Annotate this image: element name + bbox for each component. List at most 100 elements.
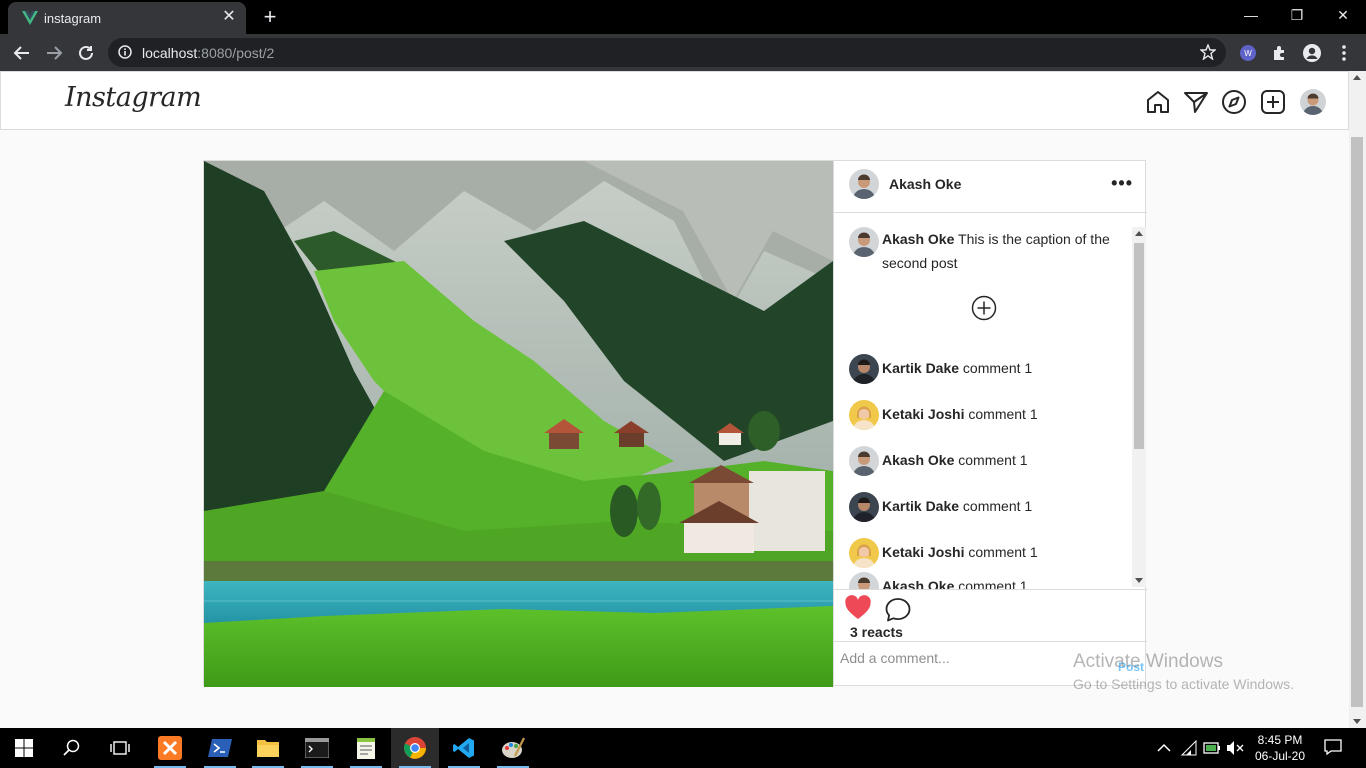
profile-avatar[interactable] bbox=[1300, 89, 1326, 115]
comment-text: comment 1 bbox=[964, 406, 1038, 422]
back-icon[interactable] bbox=[9, 40, 35, 66]
comment-item: Kartik Dake comment 1 bbox=[849, 354, 1119, 384]
windows-taskbar: 8:45 PM 06-Jul-20 bbox=[0, 728, 1366, 768]
more-options-icon[interactable]: ••• bbox=[1111, 173, 1133, 194]
page-scroll-up-icon[interactable] bbox=[1353, 75, 1361, 80]
commenter-avatar[interactable] bbox=[849, 354, 879, 384]
comment-item: Akash Oke comment 1 bbox=[849, 446, 1119, 476]
comment-username[interactable]: Kartik Dake bbox=[882, 498, 959, 514]
commenter-avatar[interactable] bbox=[849, 492, 879, 522]
volume-muted-icon[interactable] bbox=[1226, 740, 1244, 756]
info-icon[interactable] bbox=[118, 45, 132, 59]
vue-favicon-icon bbox=[22, 11, 38, 25]
caption-username[interactable]: Akash Oke bbox=[882, 231, 954, 247]
close-icon[interactable]: ✕ bbox=[1320, 0, 1366, 30]
task-view-icon[interactable] bbox=[96, 728, 144, 768]
comment-item: Kartik Dake comment 1 bbox=[849, 492, 1119, 522]
vscode-app-icon[interactable] bbox=[440, 728, 488, 768]
post-card: Akash Oke ••• Akash Oke This is the capt… bbox=[203, 160, 1147, 687]
svg-text:W: W bbox=[1244, 49, 1252, 58]
windows-start-icon[interactable] bbox=[0, 728, 48, 768]
extensions-puzzle-icon[interactable] bbox=[1270, 43, 1290, 63]
reload-icon[interactable] bbox=[73, 40, 99, 66]
page-scroll-down-icon[interactable] bbox=[1353, 719, 1361, 724]
comment-username[interactable]: Akash Oke bbox=[882, 578, 954, 589]
clock-date: 06-Jul-20 bbox=[1254, 749, 1306, 763]
scrollbar-thumb[interactable] bbox=[1134, 243, 1144, 449]
forward-icon[interactable] bbox=[41, 40, 67, 66]
post-sidebar: Akash Oke ••• Akash Oke This is the capt… bbox=[833, 161, 1147, 687]
commenter-avatar[interactable] bbox=[849, 538, 879, 568]
address-bar[interactable]: localhost:8080/post/2 bbox=[108, 38, 1226, 67]
profile-icon[interactable] bbox=[1302, 43, 1322, 63]
commenter-avatar[interactable] bbox=[849, 572, 879, 589]
comment-username[interactable]: Ketaki Joshi bbox=[882, 544, 964, 560]
reacts-count: 3 reacts bbox=[850, 624, 903, 640]
minimize-icon[interactable]: ― bbox=[1228, 0, 1274, 30]
scroll-up-arrow-icon[interactable] bbox=[1135, 231, 1143, 236]
top-navbar: Instagram bbox=[0, 71, 1349, 130]
comment-bubble-icon[interactable] bbox=[884, 597, 912, 623]
browser-tab[interactable]: instagram ✕ bbox=[8, 2, 246, 34]
instagram-logo[interactable]: Instagram bbox=[65, 82, 202, 113]
commenter-avatar[interactable] bbox=[849, 446, 879, 476]
page-scrollbar-thumb[interactable] bbox=[1351, 137, 1363, 707]
comment-text: comment 1 bbox=[954, 578, 1028, 589]
powershell-app-icon[interactable] bbox=[196, 728, 244, 768]
bookmark-star-icon[interactable] bbox=[1200, 44, 1216, 60]
show-hidden-icons-icon[interactable] bbox=[1155, 740, 1173, 756]
tab-title: instagram bbox=[44, 11, 102, 26]
comments-list: Akash Oke This is the caption of the sec… bbox=[834, 213, 1147, 589]
browser-toolbar: localhost:8080/post/2 W bbox=[0, 34, 1366, 71]
comment-item: Akash Oke comment 1 bbox=[849, 572, 1119, 589]
commenter-avatar[interactable] bbox=[849, 400, 879, 430]
direct-icon[interactable] bbox=[1183, 89, 1209, 115]
comment-item: Ketaki Joshi comment 1 bbox=[849, 538, 1119, 568]
system-clock[interactable]: 8:45 PM 06-Jul-20 bbox=[1250, 732, 1310, 764]
file-explorer-icon[interactable] bbox=[244, 728, 292, 768]
new-post-icon[interactable] bbox=[1260, 89, 1286, 115]
new-tab-icon[interactable]: + bbox=[258, 6, 282, 30]
restore-icon[interactable]: ❐ bbox=[1274, 0, 1320, 30]
comment-username[interactable]: Kartik Dake bbox=[882, 360, 959, 376]
page-scrollbar[interactable] bbox=[1349, 71, 1366, 728]
post-header: Akash Oke ••• bbox=[834, 161, 1147, 213]
xampp-app-icon[interactable] bbox=[146, 728, 194, 768]
terminal-app-icon[interactable] bbox=[293, 728, 341, 768]
author-avatar[interactable] bbox=[849, 169, 879, 199]
caption-avatar[interactable] bbox=[849, 227, 879, 257]
tab-close-icon[interactable]: ✕ bbox=[220, 8, 238, 26]
scroll-down-arrow-icon[interactable] bbox=[1135, 578, 1143, 583]
notification-center-icon[interactable] bbox=[1324, 739, 1342, 755]
comments-scrollbar[interactable] bbox=[1132, 227, 1146, 587]
tab-strip: instagram ✕ + ― ❐ ✕ bbox=[0, 0, 1366, 34]
caption-text: Akash Oke This is the caption of the sec… bbox=[882, 231, 1110, 271]
wifi-icon[interactable] bbox=[1180, 740, 1198, 756]
search-icon[interactable] bbox=[48, 728, 96, 768]
comment-text: comment 1 bbox=[959, 360, 1033, 376]
author-name[interactable]: Akash Oke bbox=[889, 176, 961, 192]
comment-text: comment 1 bbox=[964, 544, 1038, 560]
post-actions: 3 reacts bbox=[834, 589, 1147, 641]
menu-kebab-icon[interactable] bbox=[1334, 43, 1354, 63]
battery-icon[interactable] bbox=[1203, 740, 1221, 756]
extension-icon[interactable]: W bbox=[1238, 43, 1258, 63]
activate-windows-watermark: Activate Windows Go to Settings to activ… bbox=[1073, 651, 1294, 692]
clock-time: 8:45 PM bbox=[1257, 733, 1303, 747]
comment-text: comment 1 bbox=[954, 452, 1028, 468]
comment-input[interactable] bbox=[840, 648, 1100, 668]
comment-text: comment 1 bbox=[959, 498, 1033, 514]
explore-icon[interactable] bbox=[1221, 89, 1247, 115]
comment-username[interactable]: Akash Oke bbox=[882, 452, 954, 468]
comment-username[interactable]: Ketaki Joshi bbox=[882, 406, 964, 422]
comment-item: Ketaki Joshi comment 1 bbox=[849, 400, 1119, 430]
notepadplusplus-app-icon[interactable] bbox=[342, 728, 390, 768]
post-image[interactable] bbox=[204, 161, 833, 687]
url-text[interactable]: localhost:8080/post/2 bbox=[142, 45, 274, 61]
add-comment-circle-icon[interactable] bbox=[971, 295, 997, 321]
home-icon[interactable] bbox=[1145, 89, 1171, 115]
chrome-app-icon[interactable] bbox=[391, 728, 439, 768]
like-heart-icon[interactable] bbox=[844, 595, 872, 621]
paint-app-icon[interactable] bbox=[489, 728, 537, 768]
page-viewport: Instagram Akash Oke ••• Akash Oke This i… bbox=[0, 71, 1366, 728]
